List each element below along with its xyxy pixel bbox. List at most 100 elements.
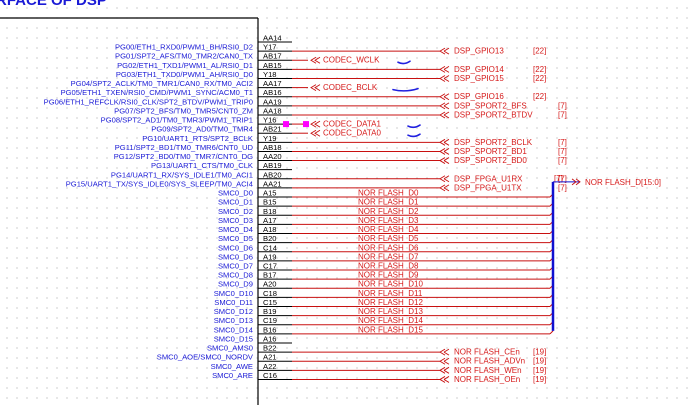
net-label: NOR FLASH_OEn — [454, 375, 520, 384]
net-ref: [7] — [558, 110, 567, 119]
hand-squiggle — [407, 124, 421, 129]
pin-ball: C15 — [263, 298, 277, 307]
offpage-connector — [439, 157, 450, 164]
net-label: DSP_SPORT2_BCLK — [454, 138, 533, 147]
net-label: NOR FLASH_D13 — [358, 307, 423, 316]
pin-ball: C19 — [263, 316, 277, 325]
pin-name: PG06/ETH1_REFCLK/RSI0_CLK/SPT2_BTDV/PWM1… — [44, 97, 253, 106]
pin-name: SMC0_AOE/SMC0_NORDV — [157, 353, 254, 362]
net-label: DSP_SPORT2_BFS — [454, 101, 527, 110]
net-label: NOR FLASH_D1 — [358, 198, 419, 207]
pink-marker — [303, 121, 309, 128]
pin-row: SMC0_D2 B18 NOR FLASH_D2 — [218, 207, 554, 216]
pin-name: PG05/ETH1_TXEN/RSI0_CMD/PWM1_SYNC/ACM0_T… — [61, 88, 253, 97]
pin-name: SMC0_D7 — [218, 262, 253, 271]
pin-ball: A18 — [263, 225, 277, 234]
schematic-canvas: RFACE OF DSP AA14 PG00/ETH1_RXD0/PWM1_BH/… — [0, 0, 661, 405]
pin-name: PG00/ETH1_RXD0/PWM1_BH/RSI0_D2 — [115, 43, 253, 52]
pin-ball: A15 — [263, 189, 277, 198]
offpage-connector — [439, 376, 450, 383]
bus-entry — [549, 330, 554, 335]
pin-name: PG11/SPT2_BD1/TM0_TMR6/CNT0_UD — [115, 143, 254, 152]
net-label: NOR FLASH_D0 — [358, 189, 419, 198]
pin-name: SMC0_D13 — [214, 316, 253, 325]
net-label: CODEC_BCLK — [323, 83, 378, 92]
offpage-connector — [439, 184, 450, 192]
net-label: DSP_GPIO14 — [454, 65, 504, 74]
net-label: NOR FLASH_D3 — [358, 216, 419, 225]
pin-name: PG15/UART1_TX/SYS_IDLE0/SYS_SLEEP/TM0_AC… — [66, 179, 253, 188]
offpage-connector — [439, 148, 450, 155]
offpage-connector — [439, 111, 450, 119]
pin-ball: AB17 — [263, 52, 282, 61]
offpage-connector — [310, 120, 321, 128]
net-label: CODEC_DATA0 — [323, 129, 381, 138]
net-ref: [19] — [533, 357, 546, 366]
net-ref: [19] — [533, 375, 546, 384]
offpage-connector — [439, 175, 450, 183]
pin-name: SMC0_D12 — [214, 307, 253, 316]
net-label: CODEC_WCLK — [323, 56, 380, 65]
offpage-connector — [439, 65, 450, 73]
pin-name: SMC0_D10 — [214, 289, 253, 298]
net-label: NOR FLASH_CEn — [454, 348, 520, 357]
pin-ball: C17 — [263, 262, 277, 271]
bus-label: NOR FLASH_D[15:0] — [585, 178, 661, 187]
net-label: NOR FLASH_WEn — [454, 366, 522, 375]
pin-ball: A16 — [263, 334, 277, 343]
pin-ball: AB15 — [263, 61, 282, 70]
pin-row: SMC0_D15 A16 — [214, 334, 292, 344]
net-label: NOR FLASH_D12 — [358, 298, 423, 307]
pin-name: SMC0_D1 — [218, 198, 253, 207]
offpage-connector — [439, 93, 450, 101]
pin-ball: B18 — [263, 207, 277, 216]
pin-name: PG03/ETH1_TXD0/PWM1_AH/RSI0_D0 — [116, 70, 253, 79]
nor-flash-data-bus: NOR FLASH_D[15:0] [7] — [551, 174, 661, 331]
pin-ball: Y16 — [263, 116, 277, 125]
pin-ball: A17 — [263, 216, 277, 225]
offpage-connector — [310, 56, 321, 64]
pin-row: SMC0_D5 B20 NOR FLASH_D5 — [218, 234, 554, 244]
pin-ball: A20 — [263, 280, 277, 289]
net-label: NOR FLASH_D15 — [358, 325, 423, 334]
pin-name: SMC0_D6 — [218, 252, 253, 261]
pin-ball: AB16 — [263, 88, 282, 97]
pin-ball: C16 — [263, 371, 277, 380]
pin-name: SMC0_D2 — [218, 207, 253, 216]
sheet-title: RFACE OF DSP — [0, 0, 107, 9]
pin-ball: B15 — [263, 198, 277, 207]
net-ref: [7] — [558, 147, 567, 156]
pin-row: SMC0_D11 C15 NOR FLASH_D12 — [214, 298, 554, 307]
net-label: NOR FLASH_D7 — [358, 252, 419, 261]
pin-row: SMC0_D4 A18 NOR FLASH_D4 — [218, 225, 554, 235]
pin-row: SMC0_D13 C19 NOR FLASH_D14 — [214, 316, 554, 326]
net-ref: [7] — [558, 101, 567, 110]
pin-row: SMC0_D14 B16 NOR FLASH_D15 — [214, 325, 554, 335]
pin-ball: B17 — [263, 271, 277, 280]
offpage-connector — [439, 47, 450, 55]
net-label: NOR FLASH_D11 — [358, 289, 423, 298]
net-label: DSP_SPORT2_BD1 — [454, 147, 527, 156]
pin-row: SMC0_D10 C18 NOR FLASH_D11 — [214, 289, 554, 298]
pin-row: PG13/UART1_CTS/TM0_CLK AB19 — [151, 161, 292, 171]
pin-name: PG08/SPT2_AD1/TM0_TMR3/PWM1_TRIP1 — [101, 116, 253, 125]
pin-row: SMC0_D6 A19 NOR FLASH_D7 — [218, 252, 554, 262]
net-ref: [7] — [558, 156, 567, 165]
pin-name: SMC0_D8 — [218, 271, 253, 280]
pin-ball: C14 — [263, 243, 277, 252]
pin-ball: AB21 — [263, 125, 282, 134]
pin-ball: AA18 — [263, 106, 282, 115]
pin-rows: AA14 PG00/ETH1_RXD0/PWM1_BH/RSI0_D2 Y17 DSP… — [44, 34, 567, 384]
net-ref: [19] — [533, 366, 546, 375]
net-label: NOR FLASH_D8 — [358, 262, 419, 271]
hand-squiggle — [407, 133, 421, 138]
pin-ball: B20 — [263, 234, 277, 243]
pin-name: PG10/UART1_RTS/SPT2_BCLK — [142, 134, 253, 143]
net-ref: [22] — [533, 74, 546, 83]
net-ref: [7] — [558, 183, 567, 192]
net-label: DSP_GPIO15 — [454, 74, 504, 83]
pin-ball: B22 — [263, 344, 277, 353]
pin-name: PG14/UART1_RX/SYS_IDLE1/TM0_ACI1 — [111, 170, 253, 179]
net-ref: [22] — [533, 47, 546, 56]
net-ref: [19] — [533, 348, 546, 357]
